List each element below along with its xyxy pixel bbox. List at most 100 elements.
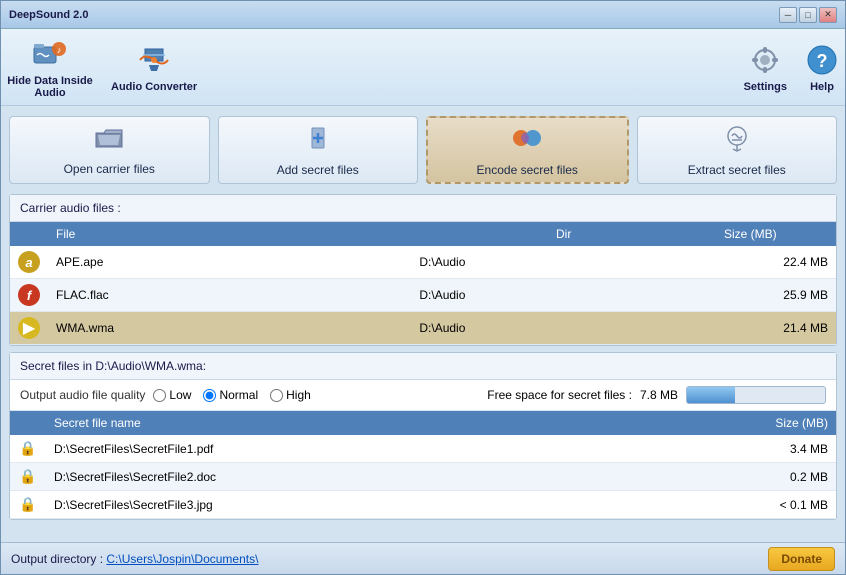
file-icon-cell: ▶: [10, 312, 48, 345]
settings-svg-icon: [746, 41, 784, 79]
hide-data-toolbar-item[interactable]: ♪ Hide Data Inside Audio: [5, 35, 95, 99]
quality-high-radio[interactable]: [270, 389, 283, 402]
file-size-cell: 25.9 MB: [716, 279, 836, 312]
application-window: DeepSound 2.0 ─ □ ✕ ♪: [0, 0, 846, 575]
close-button[interactable]: ✕: [819, 7, 837, 23]
free-space-value: 7.8 MB: [640, 388, 678, 402]
carrier-col-dir: Dir: [411, 222, 716, 246]
quality-label: Output audio file quality: [20, 388, 145, 402]
main-content-area: Open carrier files Add secret files: [1, 106, 845, 574]
carrier-col-file: File: [48, 222, 411, 246]
main-toolbar: ♪ Hide Data Inside Audio: [1, 29, 845, 106]
lock-icon: 🔒: [19, 496, 36, 512]
help-toolbar-item[interactable]: ? Help: [803, 41, 841, 93]
donate-button[interactable]: Donate: [768, 547, 835, 571]
carrier-panel-header: Carrier audio files :: [10, 195, 836, 222]
secret-col-size: Size (MB): [716, 411, 836, 435]
secret-icon-cell: 🔒: [10, 463, 46, 491]
free-space-progress-fill: [687, 387, 735, 403]
secret-size-cell: 0.2 MB: [716, 463, 836, 491]
output-dir-path[interactable]: C:\Users\Jospin\Documents\: [106, 552, 258, 566]
table-row[interactable]: a APE.ape D:\Audio 22.4 MB: [10, 246, 836, 279]
hide-data-icon: ♪: [31, 35, 69, 73]
ape-icon: a: [18, 251, 40, 273]
secret-col-name: Secret file name: [46, 411, 716, 435]
footer-bar: Output directory : C:\Users\Jospin\Docum…: [1, 542, 845, 574]
quality-low-option[interactable]: Low: [153, 388, 191, 402]
file-icon-cell: a: [10, 246, 48, 279]
secret-col-icon: [10, 411, 46, 435]
encode-secret-button[interactable]: Encode secret files: [426, 116, 629, 184]
secret-size-cell: < 0.1 MB: [716, 491, 836, 519]
action-buttons-row: Open carrier files Add secret files: [9, 112, 837, 188]
carrier-col-icon: [10, 222, 48, 246]
open-carrier-icon: [94, 125, 124, 158]
hide-data-svg-icon: ♪: [31, 35, 69, 73]
file-name-cell: APE.ape: [48, 246, 411, 279]
encode-secret-label: Encode secret files: [477, 163, 578, 177]
secret-panel-header: Secret files in D:\Audio\WMA.wma:: [10, 353, 836, 380]
carrier-files-panel: Carrier audio files : File Dir Size (MB)…: [9, 194, 837, 346]
settings-label: Settings: [744, 81, 787, 93]
table-row[interactable]: 🔒 D:\SecretFiles\SecretFile3.jpg < 0.1 M…: [10, 491, 836, 519]
secret-icon-cell: 🔒: [10, 491, 46, 519]
secret-name-cell: D:\SecretFiles\SecretFile2.doc: [46, 463, 716, 491]
quality-low-label: Low: [169, 388, 191, 402]
help-label: Help: [810, 81, 834, 93]
file-dir-cell: D:\Audio: [411, 246, 716, 279]
file-icon-cell: f: [10, 279, 48, 312]
wma-icon: ▶: [18, 317, 40, 339]
settings-icon: [746, 41, 784, 79]
audio-converter-toolbar-item[interactable]: Audio Converter: [111, 41, 197, 93]
settings-toolbar-item[interactable]: Settings: [744, 41, 787, 93]
encode-secret-icon: [511, 124, 543, 159]
extract-secret-button[interactable]: Extract secret files: [637, 116, 838, 184]
quality-high-option[interactable]: High: [270, 388, 311, 402]
secret-size-cell: 3.4 MB: [716, 435, 836, 463]
add-secret-button[interactable]: Add secret files: [218, 116, 419, 184]
hide-data-label: Hide Data Inside Audio: [5, 75, 95, 99]
window-title: DeepSound 2.0: [9, 9, 779, 21]
table-row[interactable]: ▶ WMA.wma D:\Audio 21.4 MB: [10, 312, 836, 345]
quality-high-label: High: [286, 388, 311, 402]
toolbar-left: ♪ Hide Data Inside Audio: [5, 35, 197, 99]
toolbar-right: Settings ? Help: [744, 41, 841, 93]
table-row[interactable]: f FLAC.flac D:\Audio 25.9 MB: [10, 279, 836, 312]
secret-files-panel: Secret files in D:\Audio\WMA.wma: Output…: [9, 352, 837, 520]
quality-radio-group: Low Normal High: [153, 388, 310, 402]
window-controls: ─ □ ✕: [779, 7, 837, 23]
table-row[interactable]: 🔒 D:\SecretFiles\SecretFile1.pdf 3.4 MB: [10, 435, 836, 463]
help-icon: ?: [803, 41, 841, 79]
quality-normal-label: Normal: [219, 388, 258, 402]
open-carrier-label: Open carrier files: [64, 162, 155, 176]
add-secret-label: Add secret files: [277, 163, 359, 177]
secret-name-cell: D:\SecretFiles\SecretFile1.pdf: [46, 435, 716, 463]
audio-converter-svg-icon: [135, 41, 173, 79]
extract-secret-icon: [722, 124, 752, 159]
quality-normal-option[interactable]: Normal: [203, 388, 258, 402]
extract-secret-label: Extract secret files: [688, 163, 786, 177]
flac-icon: f: [18, 284, 40, 306]
table-row[interactable]: 🔒 D:\SecretFiles\SecretFile2.doc 0.2 MB: [10, 463, 836, 491]
open-carrier-button[interactable]: Open carrier files: [9, 116, 210, 184]
title-bar: DeepSound 2.0 ─ □ ✕: [1, 1, 845, 29]
free-space-display: Free space for secret files : 7.8 MB: [487, 386, 826, 404]
file-size-cell: 22.4 MB: [716, 246, 836, 279]
file-dir-cell: D:\Audio: [411, 279, 716, 312]
output-dir-label: Output directory :: [11, 552, 103, 566]
secret-name-cell: D:\SecretFiles\SecretFile3.jpg: [46, 491, 716, 519]
carrier-files-table: File Dir Size (MB) a APE.ape D:\Audio 22…: [10, 222, 836, 345]
file-name-cell: FLAC.flac: [48, 279, 411, 312]
minimize-button[interactable]: ─: [779, 7, 797, 23]
file-name-cell: WMA.wma: [48, 312, 411, 345]
audio-converter-label: Audio Converter: [111, 81, 197, 93]
lock-icon: 🔒: [19, 440, 36, 456]
help-svg-icon: ?: [803, 41, 841, 79]
lock-icon: 🔒: [19, 468, 36, 484]
quality-normal-radio[interactable]: [203, 389, 216, 402]
maximize-button[interactable]: □: [799, 7, 817, 23]
free-space-label: Free space for secret files :: [487, 388, 632, 402]
svg-text:?: ?: [817, 51, 828, 71]
free-space-progress-bar: [686, 386, 826, 404]
quality-low-radio[interactable]: [153, 389, 166, 402]
